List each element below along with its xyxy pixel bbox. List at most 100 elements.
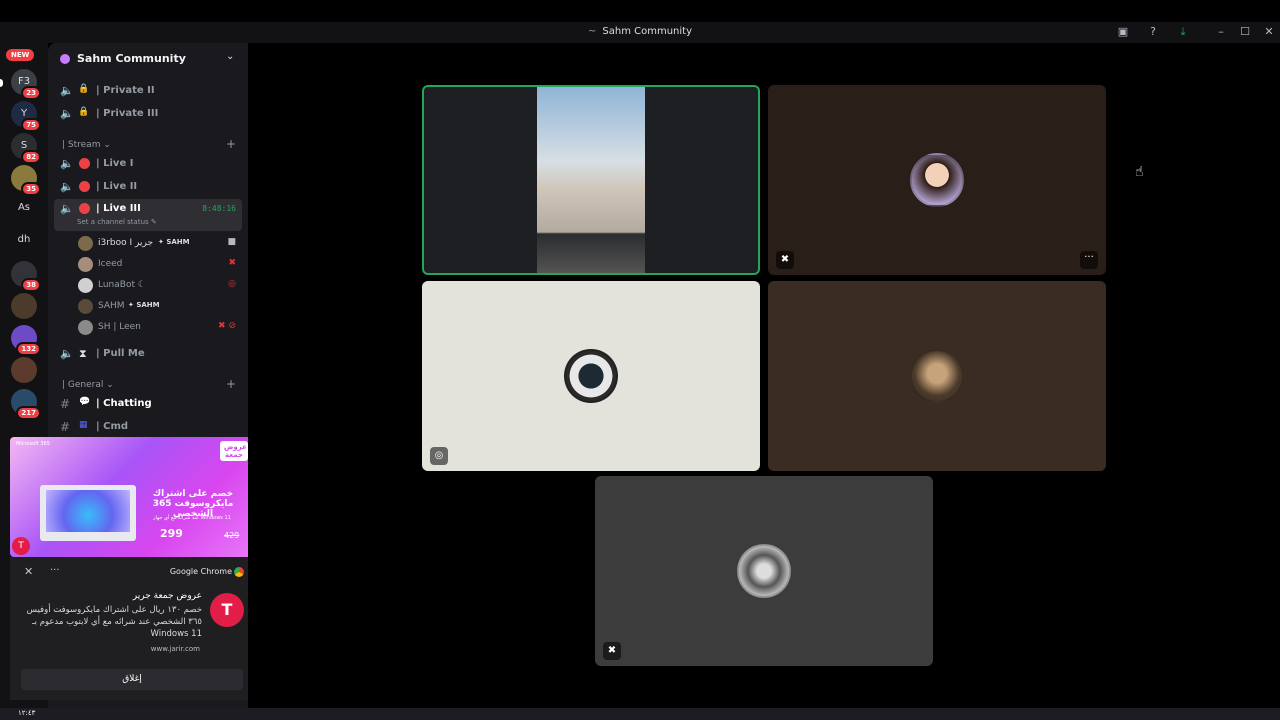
user-tag: ✦ SAHM bbox=[128, 301, 160, 309]
avatar bbox=[910, 153, 964, 207]
add-channel-icon[interactable]: + bbox=[226, 137, 236, 151]
unread-indicator bbox=[0, 79, 3, 87]
server-icon[interactable]: 35 bbox=[11, 165, 41, 196]
voice-user-name: i3rboo I جرير bbox=[98, 238, 154, 248]
guild-header[interactable]: Sahm Community ⌄ bbox=[48, 43, 248, 75]
notification-heading: عروض جمعة جرير bbox=[132, 591, 202, 601]
voice-user-name: SH | Leen bbox=[98, 322, 141, 332]
voice-user[interactable]: SAHM ✦ SAHM bbox=[76, 296, 242, 316]
avatar bbox=[564, 349, 618, 403]
channel-cmd[interactable]: # ▦ | Cmd bbox=[54, 417, 242, 437]
channel-live-i[interactable]: 🔈 | Live I bbox=[54, 154, 242, 174]
live-dot-icon bbox=[79, 181, 90, 192]
notification-body: خصم ١٣٠ ريال على اشتراك مايكروسوفت أوفيس… bbox=[26, 605, 202, 639]
channel-label: | Live II bbox=[96, 181, 138, 192]
download-icon[interactable]: ⤓ bbox=[1176, 25, 1190, 39]
voice-user[interactable]: LunaBot ☾ ◎ bbox=[76, 275, 242, 295]
video-tile[interactable]: ✖ ··· bbox=[768, 85, 1106, 275]
brand-label: Microsoft 365 bbox=[16, 441, 50, 447]
avatar bbox=[78, 299, 93, 314]
category-general[interactable]: | General ⌄ bbox=[62, 380, 114, 390]
add-channel-icon[interactable]: + bbox=[226, 377, 236, 391]
maximize-button[interactable]: ☐ bbox=[1238, 25, 1252, 39]
channel-live-ii[interactable]: 🔈 | Live II bbox=[54, 177, 242, 197]
speaker-icon: 🔈 bbox=[60, 180, 74, 193]
video-tile[interactable] bbox=[768, 281, 1106, 471]
speaker-icon: 🔈 bbox=[60, 157, 74, 170]
video-tile[interactable]: ✖ bbox=[595, 476, 933, 666]
more-options-icon[interactable]: ··· bbox=[1080, 251, 1098, 269]
server-icon[interactable] bbox=[11, 293, 37, 319]
pointer-cursor-icon: ☝ bbox=[1135, 164, 1144, 180]
window-title: ~ Sahm Community bbox=[588, 26, 692, 37]
notification-url: www.jarir.com bbox=[150, 645, 200, 653]
avatar bbox=[78, 236, 93, 251]
more-icon[interactable]: ··· bbox=[50, 565, 60, 576]
avatar bbox=[737, 544, 791, 598]
laptop-image bbox=[40, 485, 136, 541]
speaker-icon: 🔈 bbox=[60, 347, 74, 360]
avatar bbox=[78, 320, 93, 335]
camera-icon: ■ bbox=[227, 237, 236, 247]
close-icon[interactable]: ✕ bbox=[24, 565, 33, 578]
notification-ad-image[interactable]: Microsoft 365 عروض جمعة خصم على اشتراك م… bbox=[10, 437, 254, 557]
chevron-down-icon[interactable]: ⌄ bbox=[226, 51, 234, 62]
server-icon[interactable]: As bbox=[11, 195, 37, 221]
server-icon[interactable]: 132 bbox=[11, 325, 41, 356]
voice-user[interactable]: SH | Leen ✖ ⊘ bbox=[76, 317, 242, 337]
discord-app: ~ Sahm Community ▣ ? ⤓ – ☐ ✕ NEW F3 23 Y 75… bbox=[0, 0, 1280, 720]
hash-icon: # bbox=[60, 397, 71, 411]
channel-live-iii[interactable]: 🔈 | Live III 8:48:16 Set a channel statu… bbox=[54, 199, 242, 231]
ad-old-price: 429 bbox=[224, 531, 240, 540]
ad-subtitle: عند شرائه مع أي جهاز Windows 11 bbox=[153, 515, 231, 521]
live-dot-icon bbox=[79, 203, 90, 214]
dismiss-button[interactable]: إغلاق bbox=[21, 669, 243, 690]
chrome-icon bbox=[234, 567, 244, 577]
video-tile[interactable]: ◎ bbox=[422, 281, 760, 471]
channel-label: | Chatting bbox=[96, 398, 152, 409]
voice-user[interactable]: i3rboo I جرير ✦ SAHM ■ bbox=[76, 233, 242, 253]
new-badge: NEW bbox=[6, 49, 35, 61]
close-button[interactable]: ✕ bbox=[1262, 25, 1276, 39]
channel-label: | Cmd bbox=[96, 421, 129, 432]
avatar bbox=[78, 278, 93, 293]
voice-stage: ✖ ··· ◎ ✖ ☝ bbox=[248, 43, 1280, 708]
minimize-button[interactable]: – bbox=[1214, 25, 1228, 39]
live-dot-icon bbox=[79, 158, 90, 169]
video-tile-speaking[interactable] bbox=[422, 85, 760, 275]
channel-status-hint[interactable]: Set a channel status ✎ bbox=[77, 218, 157, 226]
channel-chatting[interactable]: # 💬 | Chatting bbox=[54, 394, 242, 414]
voice-channel-icon: ~ bbox=[588, 26, 597, 37]
channel-label: | Pull Me bbox=[96, 348, 145, 359]
category-stream[interactable]: | Stream ⌄ bbox=[62, 140, 111, 150]
speaker-icon: 🔈 bbox=[60, 202, 74, 215]
channel-private-iii[interactable]: 🔈 🔒 | Private III bbox=[54, 104, 242, 124]
server-icon[interactable]: dh bbox=[11, 227, 37, 253]
muted-icon: ✖ bbox=[776, 251, 794, 269]
voice-user[interactable]: Iceed ✖ bbox=[76, 254, 242, 274]
server-icon[interactable] bbox=[11, 357, 37, 383]
server-icon[interactable]: 217 bbox=[11, 389, 41, 420]
channel-private-ii[interactable]: 🔈 🔒 | Private II bbox=[54, 81, 242, 101]
server-icon[interactable]: F3 23 bbox=[11, 69, 41, 100]
server-icon[interactable]: S 82 bbox=[11, 133, 41, 164]
muted-icon: ✖ ⊘ bbox=[218, 321, 236, 331]
jarir-logo-icon: T bbox=[210, 593, 244, 627]
speaker-icon: 🔈 bbox=[60, 84, 74, 97]
server-icon[interactable]: 38 bbox=[11, 261, 41, 292]
chrome-notification[interactable]: ✕ ··· Google Chrome T عروض جمعة جرير خصم… bbox=[10, 557, 254, 700]
lock-icon: 🔒 bbox=[78, 107, 90, 117]
taskbar: ١٢:٤٣ bbox=[0, 708, 1280, 720]
voice-user-name: SAHM bbox=[98, 301, 125, 311]
help-icon[interactable]: ? bbox=[1146, 25, 1160, 39]
deafened-icon: ◎ bbox=[228, 279, 236, 289]
avatar bbox=[910, 349, 964, 403]
channel-label: | Live I bbox=[96, 158, 134, 169]
channel-pull-me[interactable]: 🔈 ⧗ | Pull Me bbox=[54, 344, 242, 364]
muted-icon: ✖ bbox=[228, 258, 236, 268]
inbox-icon[interactable]: ▣ bbox=[1116, 25, 1130, 39]
lock-icon: 🔒 bbox=[78, 84, 90, 94]
voice-user-name: Iceed bbox=[98, 259, 123, 269]
server-icon[interactable]: Y 75 bbox=[11, 101, 41, 132]
speech-bubble-icon: 💬 bbox=[79, 397, 91, 407]
